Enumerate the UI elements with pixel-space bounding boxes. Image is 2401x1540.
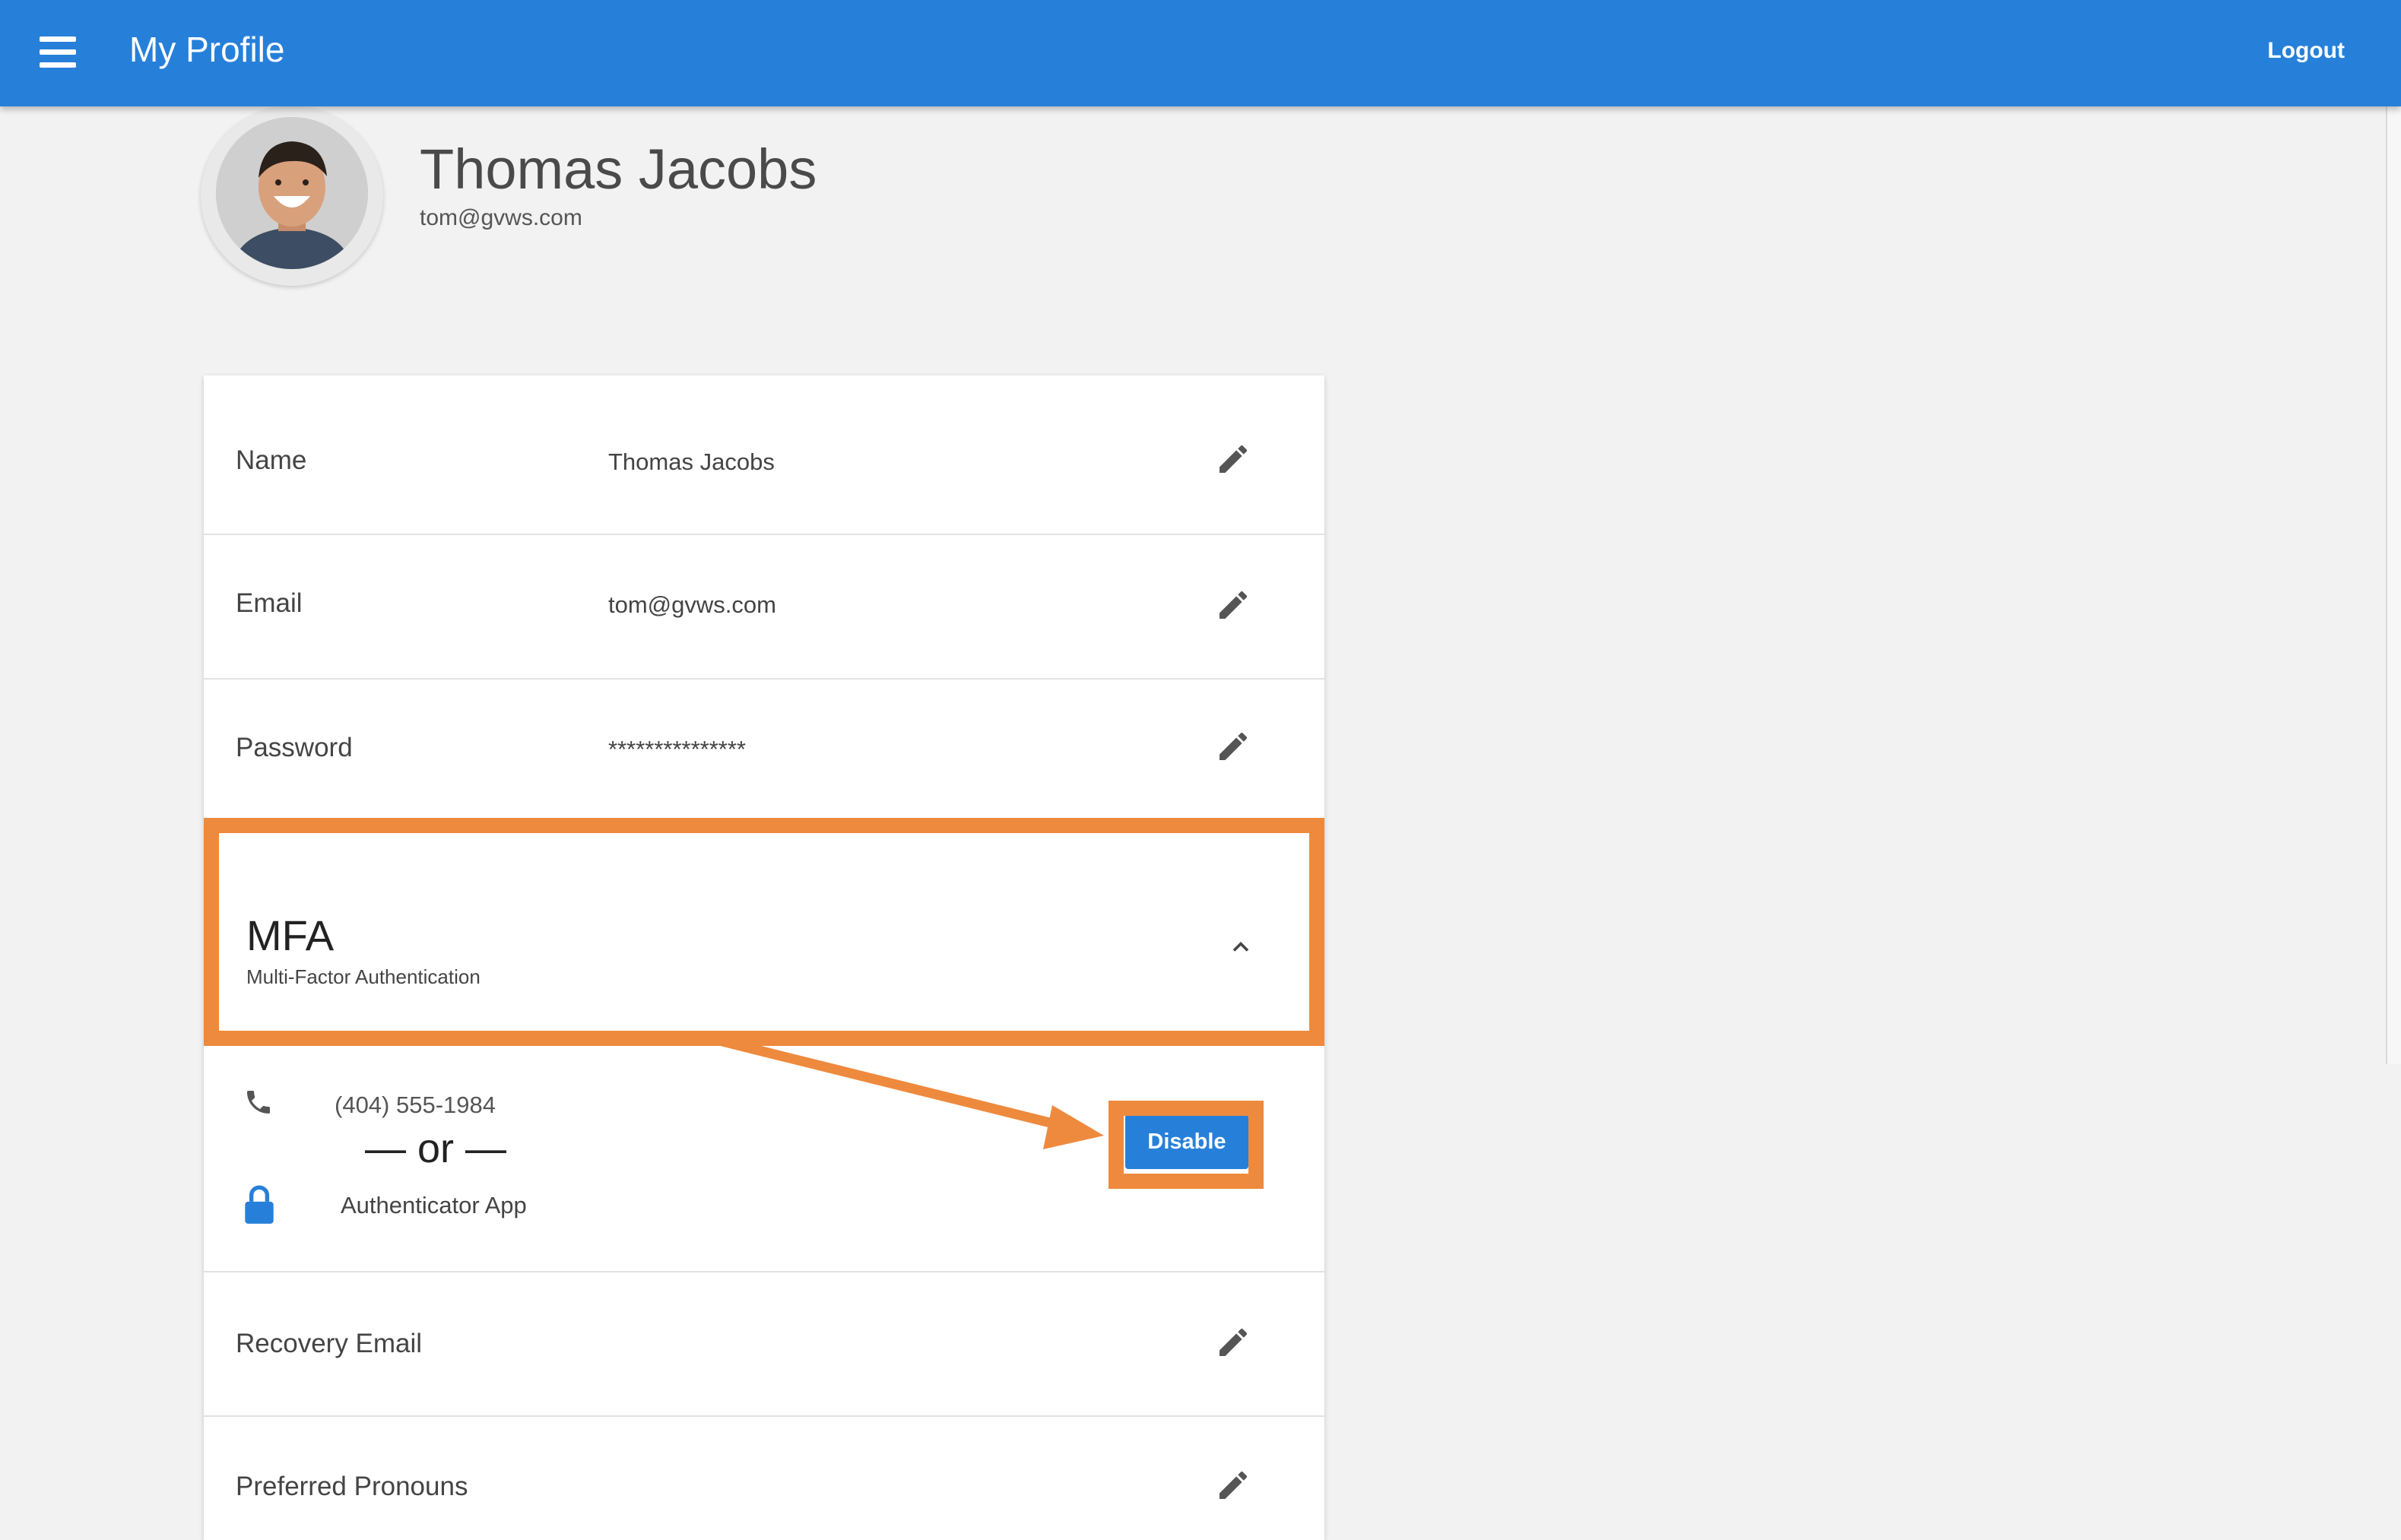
hamburger-menu-icon[interactable] bbox=[40, 36, 76, 68]
page-title: My Profile bbox=[129, 30, 285, 69]
logout-button[interactable]: Logout bbox=[2267, 38, 2345, 64]
annotation-arrow bbox=[721, 1036, 1104, 1149]
app-bar: My Profile Logout bbox=[0, 0, 2401, 106]
